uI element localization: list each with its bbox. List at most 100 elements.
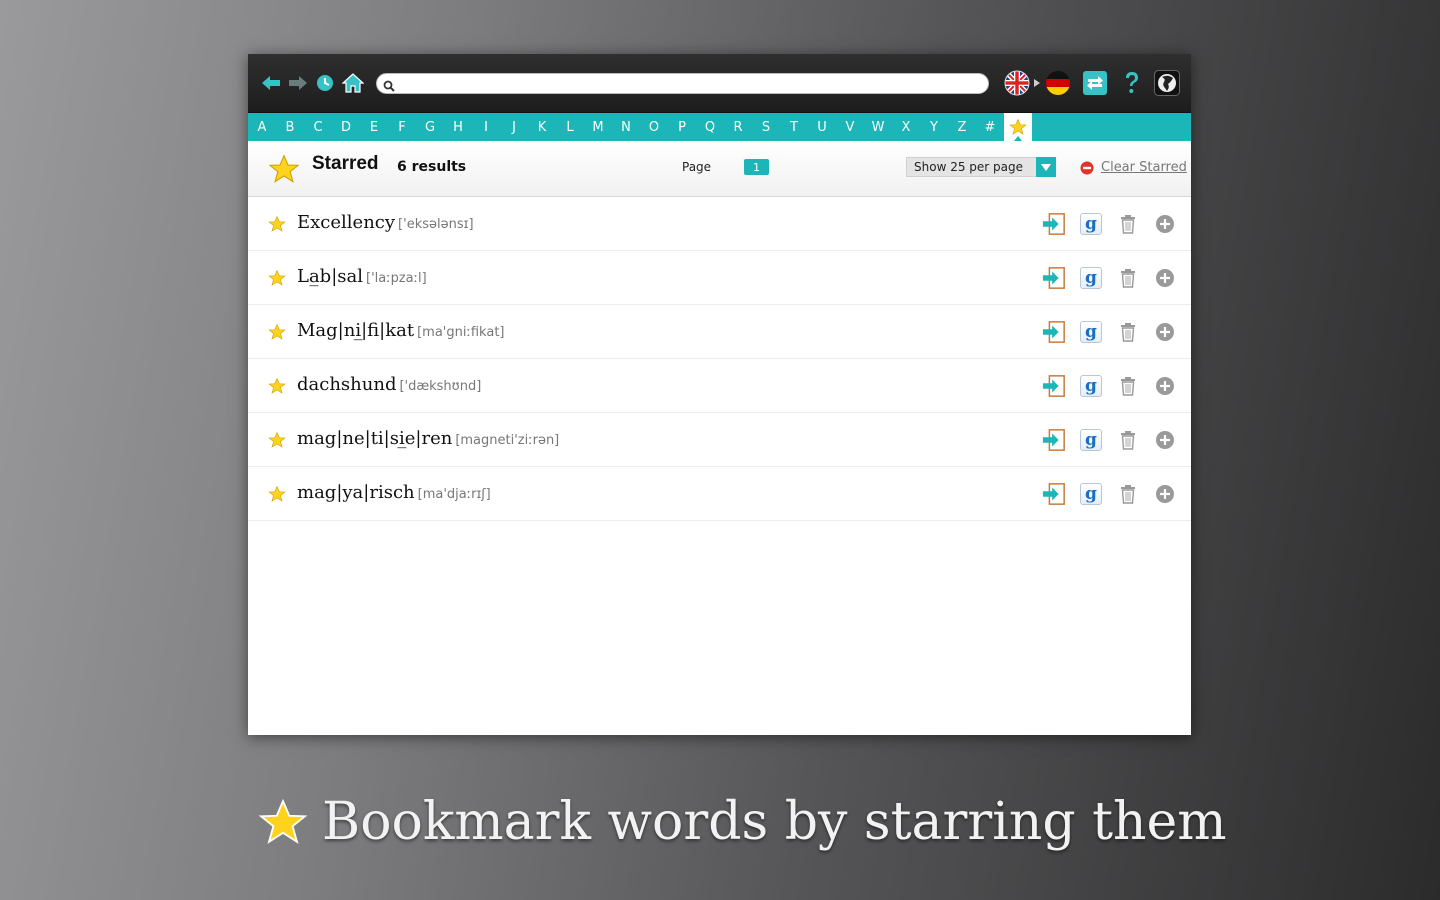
trash-icon[interactable] [1116, 266, 1140, 290]
row-actions: g [1029, 374, 1177, 398]
pronunciation: ['laːpzaːl] [366, 271, 427, 286]
trash-icon[interactable] [1116, 482, 1140, 506]
letter-tab[interactable]: W [864, 113, 892, 141]
google-search-icon[interactable]: g [1079, 428, 1103, 452]
row-actions: g [1029, 428, 1177, 452]
insert-icon[interactable] [1042, 212, 1066, 236]
alphabet-bar: A B C D E F G H I J K L M N O P Q R S T U V W X Y Z # [248, 113, 1191, 141]
letter-tab[interactable]: S [752, 113, 780, 141]
caption: Bookmark words by starring them [258, 792, 1227, 852]
trash-icon[interactable] [1116, 320, 1140, 344]
letter-tab[interactable]: M [584, 113, 612, 141]
insert-icon[interactable] [1042, 266, 1066, 290]
insert-icon[interactable] [1042, 374, 1066, 398]
pronunciation: [ma'djaːrɪʃ] [417, 487, 491, 502]
entry-word[interactable]: Excellency ['eksələnsɪ] [297, 212, 474, 233]
clear-starred-button[interactable]: Clear Starred [1080, 160, 1187, 175]
pronunciation: ['dækshʊnd] [399, 379, 482, 394]
list-item[interactable]: mag|ya|risch [ma'djaːrɪʃ] g [248, 467, 1191, 521]
help-icon[interactable] [1119, 72, 1145, 94]
no-entry-icon [1080, 161, 1094, 174]
list-item[interactable]: mag|ne|ti|si̲e|ren [magneti'ziːrən] g [248, 413, 1191, 467]
uk-flag-icon[interactable] [1003, 70, 1031, 96]
per-page-select[interactable]: Show 25 per page [906, 157, 1056, 177]
letter-tab[interactable]: Y [920, 113, 948, 141]
page-number-button[interactable]: 1 [744, 159, 769, 175]
star-icon[interactable] [268, 485, 286, 507]
forward-arrow-icon[interactable] [287, 72, 309, 94]
entry-word[interactable]: La̲b|sal ['laːpzaːl] [297, 266, 427, 287]
back-arrow-icon[interactable] [260, 72, 282, 94]
letter-tab[interactable]: F [388, 113, 416, 141]
letter-tab[interactable]: H [444, 113, 472, 141]
entry-word[interactable]: Mag|ni̲|fi|kat [ma'gniːfikat] [297, 320, 505, 341]
insert-icon[interactable] [1042, 320, 1066, 344]
history-clock-icon[interactable] [314, 72, 336, 94]
entry-word[interactable]: mag|ya|risch [ma'djaːrɪʃ] [297, 482, 491, 503]
letter-tab[interactable]: L [556, 113, 584, 141]
google-search-icon[interactable]: g [1079, 320, 1103, 344]
page-title: Starred [312, 153, 379, 174]
google-search-icon[interactable]: g [1079, 482, 1103, 506]
google-search-icon[interactable]: g [1079, 266, 1103, 290]
letter-tab[interactable]: P [668, 113, 696, 141]
toolbar [248, 54, 1191, 113]
plus-circle-icon[interactable] [1153, 428, 1177, 452]
plus-circle-icon[interactable] [1153, 374, 1177, 398]
google-search-icon[interactable]: g [1079, 212, 1103, 236]
star-icon [258, 798, 308, 844]
trash-icon[interactable] [1116, 212, 1140, 236]
letter-tab[interactable]: E [360, 113, 388, 141]
search-input[interactable] [399, 76, 979, 92]
letter-tab[interactable]: Q [696, 113, 724, 141]
list-item[interactable]: La̲b|sal ['laːpzaːl] g [248, 251, 1191, 305]
swap-languages-icon[interactable] [1082, 71, 1108, 95]
entry-word[interactable]: mag|ne|ti|si̲e|ren [magneti'ziːrən] [297, 428, 559, 449]
insert-icon[interactable] [1042, 428, 1066, 452]
search-bar [376, 73, 989, 94]
list-item[interactable]: dachshund ['dækshʊnd] g [248, 359, 1191, 413]
list-item[interactable]: Mag|ni̲|fi|kat [ma'gniːfikat] g [248, 305, 1191, 359]
trash-icon[interactable] [1116, 374, 1140, 398]
home-icon[interactable] [342, 72, 364, 94]
star-icon[interactable] [268, 215, 286, 237]
letter-tab[interactable]: B [276, 113, 304, 141]
headword: Excellency [297, 212, 396, 233]
globe-icon[interactable] [1154, 70, 1180, 96]
star-icon[interactable] [268, 431, 286, 453]
german-flag-icon[interactable] [1044, 71, 1072, 95]
google-search-icon[interactable]: g [1079, 374, 1103, 398]
plus-circle-icon[interactable] [1153, 212, 1177, 236]
starred-tab[interactable] [1004, 113, 1032, 141]
search-icon [383, 77, 395, 96]
plus-circle-icon[interactable] [1153, 266, 1177, 290]
letter-tab[interactable]: # [976, 113, 1004, 141]
star-icon[interactable] [268, 377, 286, 399]
results-list: Excellency ['eksələnsɪ] g La̲b|sal ['laːpzaː… [248, 197, 1191, 521]
letter-tab[interactable]: N [612, 113, 640, 141]
star-icon[interactable] [268, 269, 286, 291]
insert-icon[interactable] [1042, 482, 1066, 506]
letter-tab[interactable]: C [304, 113, 332, 141]
list-item[interactable]: Excellency ['eksələnsɪ] g [248, 197, 1191, 251]
letter-tab[interactable]: O [640, 113, 668, 141]
letter-tab[interactable]: G [416, 113, 444, 141]
letter-tab[interactable]: U [808, 113, 836, 141]
star-icon[interactable] [268, 323, 286, 345]
plus-circle-icon[interactable] [1153, 482, 1177, 506]
chevron-down-icon[interactable] [1036, 157, 1056, 177]
page-label: Page [682, 160, 712, 174]
trash-icon[interactable] [1116, 428, 1140, 452]
letter-tab[interactable]: J [500, 113, 528, 141]
letter-tab[interactable]: T [780, 113, 808, 141]
letter-tab[interactable]: Z [948, 113, 976, 141]
entry-word[interactable]: dachshund ['dækshʊnd] [297, 374, 481, 395]
letter-tab[interactable]: I [472, 113, 500, 141]
letter-tab[interactable]: D [332, 113, 360, 141]
letter-tab[interactable]: V [836, 113, 864, 141]
letter-tab[interactable]: K [528, 113, 556, 141]
letter-tab[interactable]: A [248, 113, 276, 141]
plus-circle-icon[interactable] [1153, 320, 1177, 344]
letter-tab[interactable]: R [724, 113, 752, 141]
letter-tab[interactable]: X [892, 113, 920, 141]
